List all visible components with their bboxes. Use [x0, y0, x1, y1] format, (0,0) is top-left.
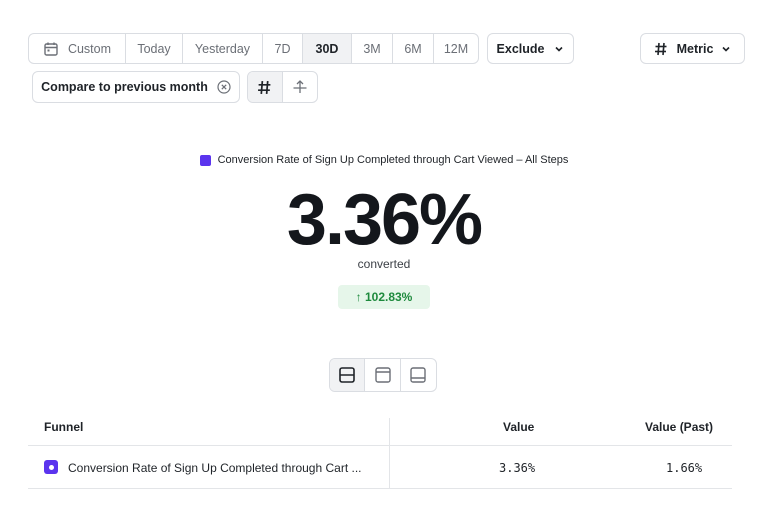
exclude-label: Exclude — [496, 41, 545, 56]
date-range-12m[interactable]: 12M — [434, 34, 478, 63]
close-circle-icon[interactable] — [217, 80, 231, 94]
change-badge: ↑ 102.83% — [338, 285, 430, 309]
metric-label: Metric — [676, 41, 714, 56]
legend-label: Conversion Rate of Sign Up Completed thr… — [217, 154, 569, 166]
legend-swatch — [199, 154, 211, 166]
date-range-selector: Custom Today Yesterday 7D 30D 3M 6M 12M — [28, 33, 479, 64]
chart-legend: Conversion Rate of Sign Up Completed thr… — [0, 154, 768, 166]
date-range-6m[interactable]: 6M — [393, 34, 434, 63]
panel-bottom-icon — [409, 366, 427, 384]
display-mode-toggle — [247, 71, 318, 103]
date-range-yesterday[interactable]: Yesterday — [183, 34, 263, 63]
metric-sub-label: converted — [357, 257, 411, 271]
series-color-swatch — [44, 460, 58, 474]
arrow-up-icon — [292, 79, 308, 95]
row-funnel-name: Conversion Rate of Sign Up Completed thr… — [68, 461, 362, 475]
layout-toggle — [329, 358, 437, 392]
table-row[interactable]: Conversion Rate of Sign Up Completed thr… — [28, 446, 732, 489]
chevron-down-icon — [554, 44, 564, 54]
hash-icon — [257, 80, 272, 95]
table-header: Funnel Value Value (Past) — [28, 410, 732, 446]
layout-split-button[interactable] — [330, 359, 366, 391]
date-range-today[interactable]: Today — [126, 34, 183, 63]
funnel-table: Funnel Value Value (Past) Conversion Rat… — [28, 410, 732, 489]
metric-dropdown[interactable]: Metric — [640, 33, 745, 64]
row-value: 3.36% — [499, 461, 536, 475]
panel-top-icon — [374, 366, 392, 384]
exclude-dropdown[interactable]: Exclude — [487, 33, 574, 64]
chevron-down-icon — [721, 44, 731, 54]
display-mode-change[interactable] — [283, 72, 318, 102]
column-header-value[interactable]: Value — [503, 420, 534, 434]
date-range-7d[interactable]: 7D — [263, 34, 303, 63]
column-header-value-past[interactable]: Value (Past) — [645, 420, 713, 434]
compare-label: Compare to previous month — [41, 80, 208, 94]
date-range-custom-label: Custom — [67, 41, 112, 56]
layout-top-button[interactable] — [365, 359, 401, 391]
date-range-3m[interactable]: 3M — [352, 34, 393, 63]
display-mode-number[interactable] — [248, 72, 283, 102]
hash-icon — [654, 42, 668, 56]
column-header-funnel[interactable]: Funnel — [44, 420, 83, 434]
layout-bottom-button[interactable] — [401, 359, 436, 391]
date-range-custom[interactable]: Custom — [29, 34, 126, 63]
date-range-30d[interactable]: 30D — [303, 34, 352, 63]
calendar-icon — [43, 41, 59, 57]
metric-value: 3.36% — [286, 180, 483, 260]
row-value-past: 1.66% — [666, 461, 703, 475]
split-horizontal-icon — [338, 366, 356, 384]
compare-filter[interactable]: Compare to previous month — [32, 71, 240, 103]
